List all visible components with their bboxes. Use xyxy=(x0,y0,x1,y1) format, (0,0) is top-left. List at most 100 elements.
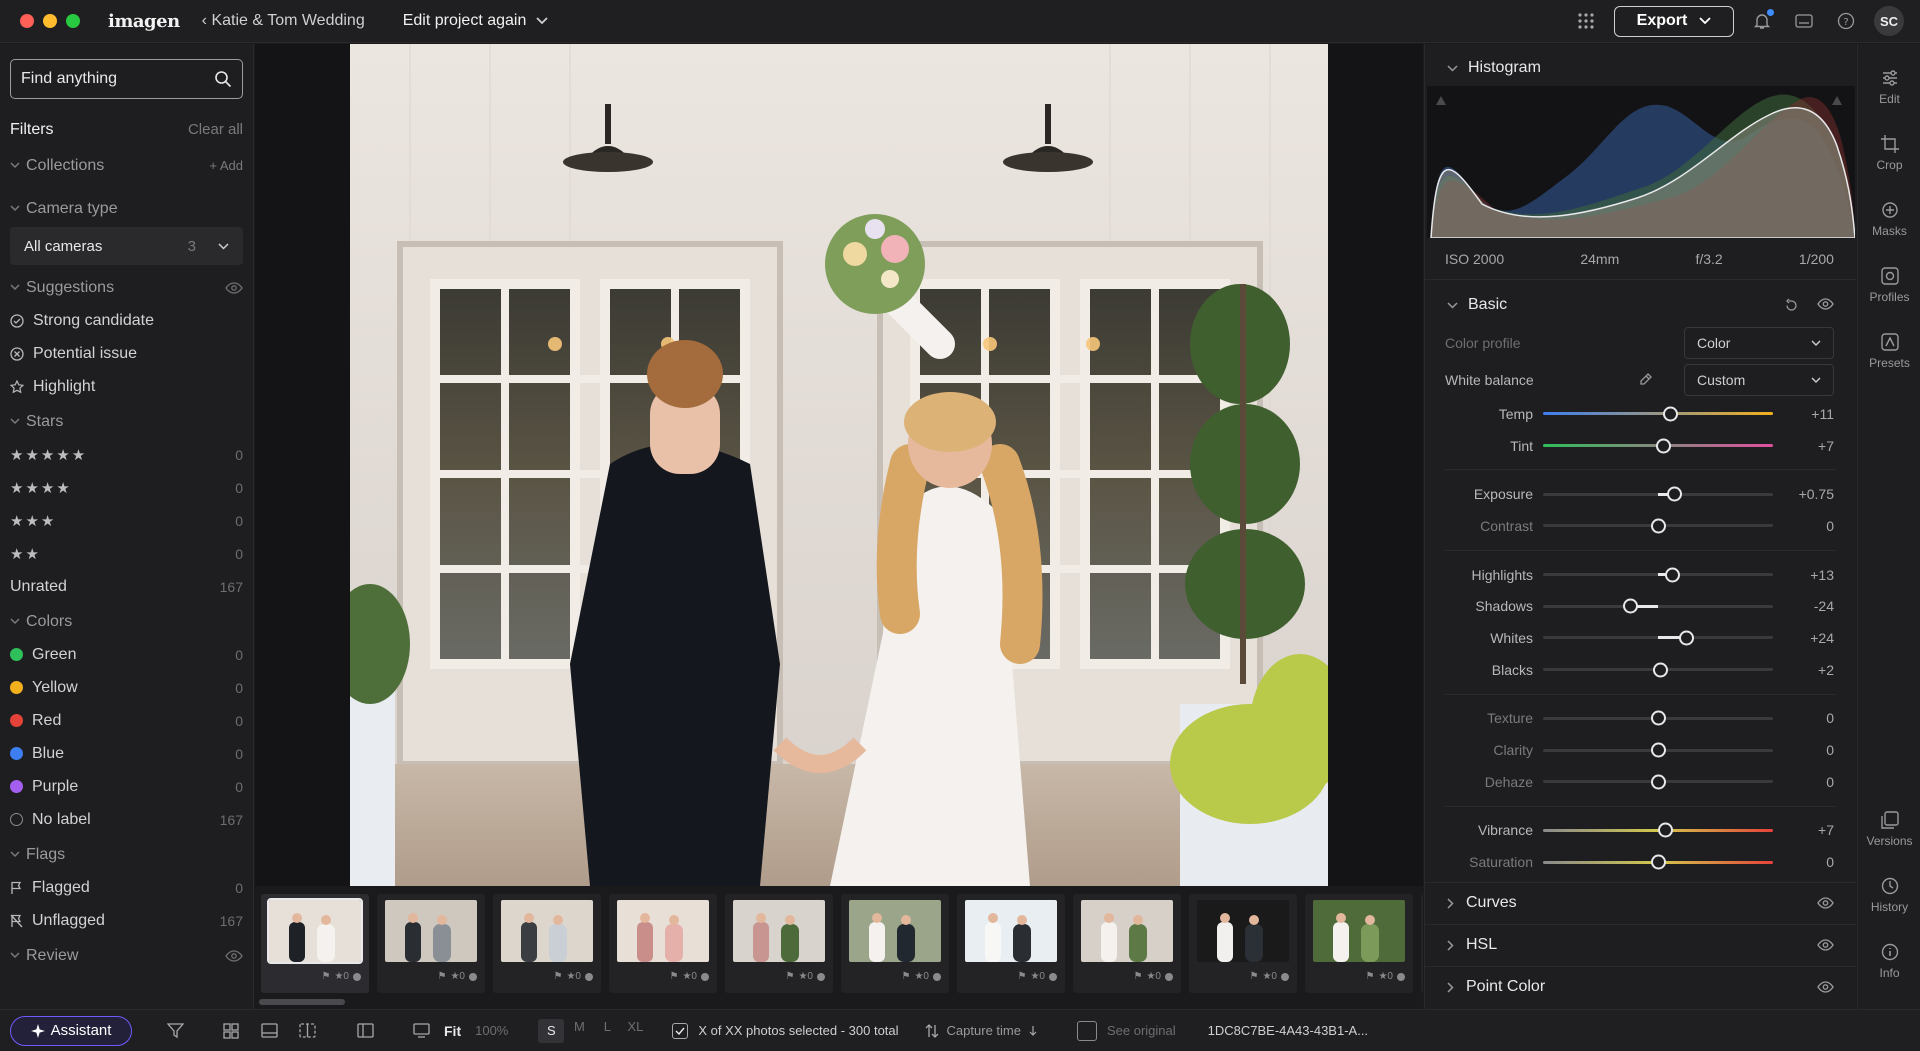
clarity-slider-handle[interactable] xyxy=(1651,742,1666,758)
filmstrip-thumbnail[interactable]: ⚑★0 xyxy=(261,894,369,993)
flag-off-icon[interactable]: ⚑ xyxy=(670,971,679,982)
help-icon[interactable]: ? xyxy=(1832,7,1860,35)
flag-off-icon[interactable]: ⚑ xyxy=(438,971,447,982)
flag-off-icon[interactable]: ⚑ xyxy=(322,971,331,982)
stars-filter-4[interactable]: ★★★★ 0 xyxy=(0,471,253,504)
whites-value[interactable]: +24 xyxy=(1810,630,1834,646)
tint-slider-handle[interactable] xyxy=(1655,438,1671,454)
white-balance-select[interactable]: Custom xyxy=(1684,363,1834,396)
user-avatar[interactable]: SC xyxy=(1874,6,1904,36)
select-all-checkbox[interactable] xyxy=(672,1022,689,1039)
zoom-level[interactable]: 100% xyxy=(475,1023,508,1038)
saturation-value[interactable]: 0 xyxy=(1826,854,1834,870)
temp-slider-track[interactable] xyxy=(1543,412,1773,416)
add-collection-button[interactable]: + Add xyxy=(209,158,243,173)
filmstrip-thumbnail[interactable]: ⚑★0 xyxy=(1421,894,1423,993)
thumbnail-rating[interactable]: ★0 xyxy=(682,971,697,982)
color-label-dot-icon[interactable] xyxy=(933,973,941,981)
flag-off-icon[interactable]: ⚑ xyxy=(1018,971,1027,982)
history-tool[interactable]: History xyxy=(1858,876,1920,914)
flag-off-icon[interactable]: ⚑ xyxy=(786,971,795,982)
shadows-slider-handle[interactable] xyxy=(1623,598,1639,614)
flag-filter-unflagged[interactable]: Unflagged 167 xyxy=(0,904,253,937)
eye-icon[interactable] xyxy=(1817,939,1834,952)
main-photo[interactable] xyxy=(350,44,1328,886)
temp-value[interactable]: +11 xyxy=(1811,406,1834,422)
filmstrip-thumbnail[interactable]: ⚑★0 xyxy=(1073,894,1181,993)
thumbnail-size-m[interactable]: M xyxy=(566,1019,592,1043)
filmstrip-thumbnail[interactable]: ⚑★0 xyxy=(609,894,717,993)
stars-filter-unrated[interactable]: Unrated 167 xyxy=(0,570,253,603)
color-profile-select[interactable]: Color xyxy=(1684,326,1834,359)
exposure-value[interactable]: +0.75 xyxy=(1799,486,1834,502)
color-filter-blue[interactable]: Blue 0 xyxy=(0,737,253,770)
eye-icon[interactable] xyxy=(1817,981,1834,994)
suggestion-strong-candidate[interactable]: Strong candidate xyxy=(0,304,253,337)
shadows-slider-track[interactable] xyxy=(1543,604,1773,608)
filmstrip-thumbnail[interactable]: ⚑★0 xyxy=(493,894,601,993)
histogram-header[interactable]: Histogram xyxy=(1425,50,1856,86)
highlights-value[interactable]: +13 xyxy=(1810,567,1834,583)
reset-icon[interactable] xyxy=(1784,298,1799,313)
texture-value[interactable]: 0 xyxy=(1826,710,1834,726)
color-label-dot-icon[interactable] xyxy=(469,973,477,981)
dehaze-slider-handle[interactable] xyxy=(1651,774,1666,790)
thumbnail-rating[interactable]: ★0 xyxy=(1030,971,1045,982)
blacks-slider-handle[interactable] xyxy=(1653,662,1669,678)
basic-header[interactable]: Basic xyxy=(1425,286,1856,324)
eye-icon[interactable] xyxy=(225,281,243,294)
vibrance-slider-handle[interactable] xyxy=(1657,822,1673,838)
exposure-slider-track[interactable] xyxy=(1543,492,1773,496)
flag-off-icon[interactable]: ⚑ xyxy=(554,971,563,982)
color-label-dot-icon[interactable] xyxy=(1397,973,1405,981)
color-label-dot-icon[interactable] xyxy=(585,973,593,981)
thumbnail-rating[interactable]: ★0 xyxy=(450,971,465,982)
filmstrip-thumbnail[interactable]: ⚑★0 xyxy=(957,894,1065,993)
eye-icon[interactable] xyxy=(1817,297,1834,310)
zoom-window-button[interactable] xyxy=(66,14,80,28)
contrast-value[interactable]: 0 xyxy=(1826,518,1834,534)
thumbnail-rating[interactable]: ★0 xyxy=(1262,971,1277,982)
color-label-dot-icon[interactable] xyxy=(701,973,709,981)
filmstrip-thumbnail[interactable]: ⚑★0 xyxy=(1305,894,1413,993)
review-section[interactable]: Review xyxy=(0,939,253,972)
eyedropper-icon[interactable] xyxy=(1637,372,1653,388)
flag-off-icon[interactable]: ⚑ xyxy=(902,971,911,982)
presets-tool[interactable]: Presets xyxy=(1858,332,1920,370)
clear-all-button[interactable]: Clear all xyxy=(188,121,243,139)
blacks-value[interactable]: +2 xyxy=(1818,662,1834,678)
close-window-button[interactable] xyxy=(20,14,34,28)
filmstrip-thumbnail[interactable]: ⚑★0 xyxy=(1189,894,1297,993)
stars-section[interactable]: Stars xyxy=(0,405,253,438)
assistant-button[interactable]: Assistant xyxy=(10,1015,132,1046)
color-label-dot-icon[interactable] xyxy=(1049,973,1057,981)
apps-grid-icon[interactable] xyxy=(1572,7,1600,35)
eye-icon[interactable] xyxy=(1817,897,1834,910)
sort-icon[interactable] xyxy=(925,1023,939,1038)
flag-filter-flagged[interactable]: Flagged 0 xyxy=(0,871,253,904)
suggestion-highlight[interactable]: Highlight xyxy=(0,370,253,403)
camera-type-select[interactable]: All cameras 3 xyxy=(10,227,243,265)
camera-type-section[interactable]: Camera type xyxy=(0,192,253,225)
color-label-dot-icon[interactable] xyxy=(1281,973,1289,981)
thumbnail-rating[interactable]: ★0 xyxy=(1378,971,1393,982)
profiles-tool[interactable]: Profiles xyxy=(1858,266,1920,304)
thumbnail-rating[interactable]: ★0 xyxy=(914,971,929,982)
contrast-slider-handle[interactable] xyxy=(1651,518,1666,534)
clarity-value[interactable]: 0 xyxy=(1826,742,1834,758)
filmstrip-thumbnail[interactable]: ⚑★0 xyxy=(725,894,833,993)
filmstrip-thumbnail[interactable]: ⚑★0 xyxy=(377,894,485,993)
exposure-slider-handle[interactable] xyxy=(1667,486,1683,502)
thumbnail-rating[interactable]: ★0 xyxy=(798,971,813,982)
color-filter-green[interactable]: Green 0 xyxy=(0,638,253,671)
dehaze-value[interactable]: 0 xyxy=(1826,774,1834,790)
tint-value[interactable]: +7 xyxy=(1818,438,1834,454)
thumbnail-rating[interactable]: ★0 xyxy=(566,971,581,982)
color-label-dot-icon[interactable] xyxy=(817,973,825,981)
highlights-slider-track[interactable] xyxy=(1543,573,1773,577)
project-menu[interactable]: Edit project again xyxy=(403,12,549,30)
color-filter-red[interactable]: Red 0 xyxy=(0,704,253,737)
see-original-checkbox[interactable] xyxy=(1076,1020,1097,1041)
versions-tool[interactable]: Versions xyxy=(1858,810,1920,848)
monitor-icon[interactable] xyxy=(402,1023,440,1038)
